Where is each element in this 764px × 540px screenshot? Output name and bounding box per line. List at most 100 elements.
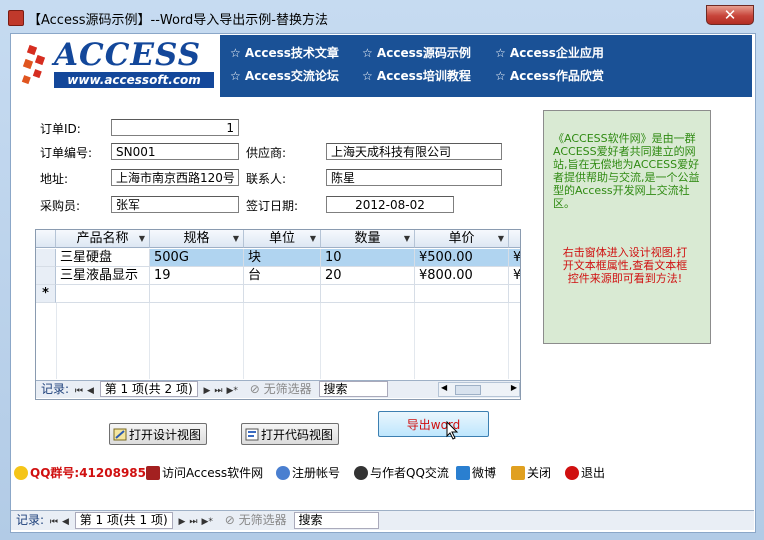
order-no-field[interactable]: SN001 [111, 143, 239, 160]
link-forum[interactable]: ☆ Access交流论坛 [230, 67, 339, 84]
scroll-left-icon[interactable]: ◀ [441, 383, 447, 392]
cell-overflow[interactable]: ¥ [509, 267, 520, 285]
cell-overflow[interactable]: ¥ [509, 249, 520, 267]
cell-quantity[interactable]: 20 [321, 267, 415, 285]
link-enterprise-apps[interactable]: ☆ Access企业应用 [495, 44, 604, 61]
column-header-unit-price[interactable]: 单价 ▼ [415, 230, 509, 248]
logo-title: ACCESS [54, 37, 202, 73]
search-box[interactable]: 搜索 [319, 381, 389, 397]
site-description-text: 《ACCESS软件网》是由一群ACCESS爱好者共同建立的网站,旨在无偿地为AC… [553, 132, 700, 210]
access-icon [146, 466, 160, 480]
form-new-record-icon[interactable]: ▶* [200, 513, 215, 532]
form-previous-record-icon[interactable]: ◀ [60, 513, 71, 532]
last-record-icon[interactable]: ⏭ [212, 383, 224, 399]
supplier-label: 供应商: [246, 146, 287, 160]
cell-unit[interactable]: 台 [244, 267, 321, 285]
record-label: 记录: [41, 382, 70, 396]
close-link[interactable]: 关闭 [511, 464, 551, 481]
no-filter-indicator[interactable]: ⊘ 无筛选器 [250, 382, 312, 396]
open-code-view-button[interactable]: 打开代码视图 [241, 423, 339, 445]
scroll-thumb[interactable] [455, 385, 481, 395]
row-selector[interactable] [36, 249, 56, 267]
form-no-filter-indicator[interactable]: ⊘ 无筛选器 [225, 513, 287, 527]
link-training[interactable]: ☆ Access培训教程 [362, 67, 471, 84]
column-header-label: 产品名称 [76, 231, 129, 246]
link-source-examples[interactable]: ☆ Access源码示例 [362, 44, 471, 61]
column-dropdown-icon[interactable]: ▼ [498, 230, 504, 248]
horizontal-scrollbar[interactable]: ◀ ▶ [438, 382, 520, 397]
new-record-icon[interactable]: ▶* [225, 383, 240, 399]
cell-spec[interactable]: 19 [150, 267, 244, 285]
column-dropdown-icon[interactable]: ▼ [139, 230, 145, 248]
code-view-icon [245, 428, 259, 441]
mouse-cursor-icon [446, 421, 459, 440]
logo-squares-icon [21, 44, 46, 85]
cell-product-name[interactable]: 三星液晶显示 [56, 267, 150, 285]
logo-url: www.accessoft.com [54, 72, 214, 88]
weibo-link[interactable]: 微博 [456, 464, 496, 481]
title-bar: 【Access源码示例】--Word导入导出示例-替换方法 ✕ [0, 0, 764, 32]
open-code-view-label: 打开代码视图 [261, 428, 334, 442]
window-close-button[interactable]: ✕ [706, 5, 754, 25]
cell-unit-price[interactable]: ¥800.00 [415, 267, 509, 285]
grid-line [320, 303, 321, 379]
column-dropdown-icon[interactable]: ▼ [310, 230, 316, 248]
exit-icon [565, 466, 579, 480]
contact-field[interactable]: 陈星 [326, 169, 502, 186]
open-design-view-label: 打开设计视图 [129, 428, 202, 442]
grid-line [508, 303, 509, 379]
form-record-position[interactable]: 第 1 项(共 1 项) [74, 512, 173, 529]
form-last-record-icon[interactable]: ⏭ [187, 513, 199, 532]
column-dropdown-icon[interactable]: ▼ [404, 230, 410, 248]
hint-text: 右击窗体进入设计视图,打开文本框属性,查看文本框控件来源即可看到方法! [562, 246, 688, 285]
order-id-field[interactable]: 1 [111, 119, 239, 136]
column-header-label: 规格 [183, 231, 210, 246]
address-field[interactable]: 上海市南京西路120号 [111, 169, 239, 186]
next-record-icon[interactable]: ▶ [201, 383, 212, 399]
row-selector[interactable] [36, 267, 56, 285]
first-record-icon[interactable]: ⏮ [73, 383, 85, 399]
filter-label: 无筛选器 [263, 382, 312, 396]
sign-date-field[interactable]: 2012-08-02 [326, 196, 454, 213]
link-showcase[interactable]: ☆ Access作品欣赏 [495, 67, 604, 84]
buyer-field[interactable]: 张军 [111, 196, 239, 213]
link-tech-articles[interactable]: ☆ Access技术文章 [230, 44, 339, 61]
previous-record-icon[interactable]: ◀ [85, 383, 96, 399]
cell-product-name[interactable]: 三星硬盘 [56, 249, 150, 267]
register-account-link[interactable]: 注册帐号 [276, 464, 340, 481]
form-next-record-icon[interactable]: ▶ [176, 513, 187, 532]
cell-quantity[interactable]: 10 [321, 249, 415, 267]
select-all-corner[interactable] [36, 230, 56, 248]
column-header-product-name[interactable]: 产品名称 ▼ [56, 230, 150, 248]
column-header-label: 数量 [354, 231, 381, 246]
contact-label: 联系人: [246, 172, 287, 186]
new-cell-product-name[interactable] [56, 285, 150, 303]
cell-unit-price[interactable]: ¥500.00 [415, 249, 509, 267]
form-first-record-icon[interactable]: ⏮ [48, 513, 60, 532]
visit-accessoft-link[interactable]: 访问Access软件网 [146, 464, 263, 481]
close-label: 关闭 [527, 466, 552, 480]
form-search-box[interactable]: 搜索 [294, 512, 380, 529]
column-dropdown-icon[interactable]: ▼ [233, 230, 239, 248]
new-cell-unit-price[interactable] [415, 285, 509, 303]
supplier-field[interactable]: 上海天成科技有限公司 [326, 143, 502, 160]
new-cell-spec[interactable] [150, 285, 244, 303]
column-header-quantity[interactable]: 数量 ▼ [321, 230, 415, 248]
column-header-unit[interactable]: 单位 ▼ [244, 230, 321, 248]
exit-link[interactable]: 退出 [565, 464, 605, 481]
new-cell-overflow[interactable] [509, 285, 520, 303]
scroll-right-icon[interactable]: ▶ [511, 383, 517, 392]
export-word-button[interactable]: 导出word [378, 411, 489, 437]
new-cell-unit[interactable] [244, 285, 321, 303]
column-header-spec[interactable]: 规格 ▼ [150, 230, 244, 248]
open-design-view-button[interactable]: 打开设计视图 [109, 423, 207, 445]
new-row-selector[interactable]: * [36, 285, 56, 303]
cell-spec[interactable]: 500G [150, 249, 244, 267]
order-no-label: 订单编号: [40, 146, 93, 160]
record-position[interactable]: 第 1 项(共 2 项) [99, 381, 198, 397]
cell-unit[interactable]: 块 [244, 249, 321, 267]
filter-icon: ⊘ [249, 382, 260, 396]
new-cell-quantity[interactable] [321, 285, 415, 303]
form-record-navigator: 记录: ⏮ ◀ 第 1 项(共 1 项) ▶ ⏭ ▶* ⊘ 无筛选器 搜索 [11, 510, 754, 530]
qq-chat-link[interactable]: 与作者QQ交流 [354, 464, 449, 481]
